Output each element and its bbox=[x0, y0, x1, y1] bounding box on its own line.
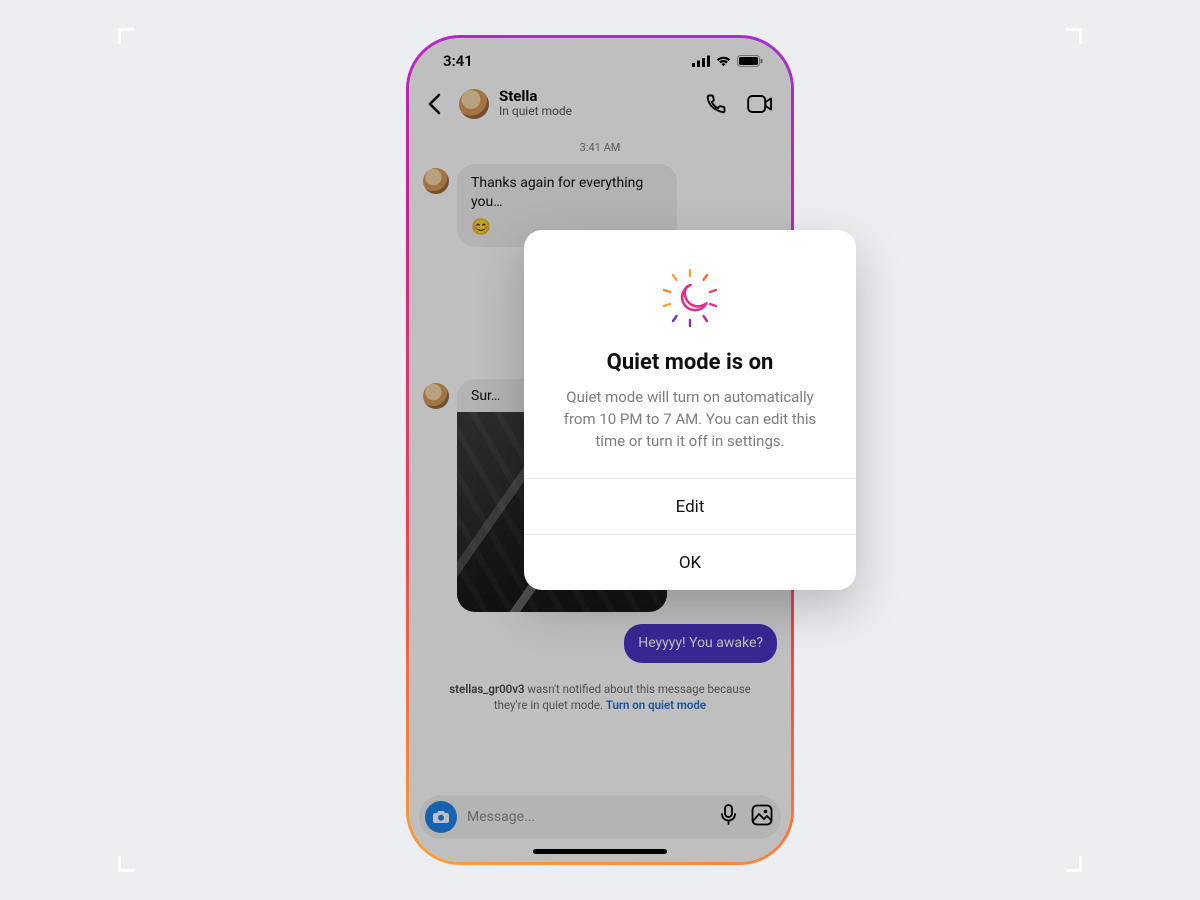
phone-icon bbox=[704, 92, 728, 116]
status-bar: 3:41 bbox=[409, 38, 791, 84]
edit-button[interactable]: Edit bbox=[524, 478, 856, 534]
turn-on-quiet-mode-link[interactable]: Turn on quiet mode bbox=[606, 698, 706, 712]
audio-call-button[interactable] bbox=[703, 91, 729, 117]
video-call-button[interactable] bbox=[747, 91, 773, 117]
frame-corner bbox=[1066, 28, 1082, 44]
wifi-icon bbox=[715, 55, 732, 67]
frame-corner bbox=[118, 856, 134, 872]
cellular-signal-icon bbox=[692, 55, 710, 67]
video-icon bbox=[747, 93, 773, 115]
battery-icon bbox=[737, 55, 763, 67]
contact-name: Stella bbox=[499, 88, 693, 105]
message-bubble-outgoing[interactable]: Heyyyy! You awake? bbox=[624, 624, 777, 663]
status-time: 3:41 bbox=[443, 52, 473, 70]
camera-icon bbox=[432, 809, 450, 825]
avatar[interactable] bbox=[423, 168, 449, 194]
quiet-mode-dialog: Quiet mode is on Quiet mode will turn on… bbox=[524, 230, 856, 590]
microphone-icon bbox=[720, 804, 737, 826]
message-composer: Message... bbox=[419, 795, 781, 839]
avatar[interactable] bbox=[423, 383, 449, 409]
gallery-button[interactable] bbox=[751, 804, 773, 830]
home-indicator bbox=[533, 849, 667, 854]
moon-icon bbox=[658, 266, 722, 330]
notice-username: stellas_gr00v3 bbox=[449, 682, 524, 696]
chevron-left-icon bbox=[427, 93, 441, 115]
avatar[interactable] bbox=[459, 89, 489, 119]
frame-corner bbox=[1066, 856, 1082, 872]
ok-button[interactable]: OK bbox=[524, 534, 856, 590]
message-row-outgoing: Heyyyy! You awake? bbox=[423, 624, 777, 663]
chat-header-text[interactable]: Stella In quiet mode bbox=[499, 88, 693, 119]
chat-timestamp: 3:41 AM bbox=[423, 141, 777, 154]
status-indicators bbox=[692, 55, 763, 67]
dialog-description: Quiet mode will turn on automatically fr… bbox=[550, 387, 830, 452]
dialog-title: Quiet mode is on bbox=[550, 350, 830, 375]
image-icon bbox=[751, 804, 773, 826]
back-button[interactable] bbox=[419, 89, 449, 119]
message-input[interactable]: Message... bbox=[467, 809, 710, 825]
frame-corner bbox=[118, 28, 134, 44]
chat-header: Stella In quiet mode bbox=[409, 84, 791, 129]
contact-status: In quiet mode bbox=[499, 105, 693, 119]
camera-button[interactable] bbox=[425, 801, 457, 833]
quiet-mode-notice: stellas_gr00v3 wasn't notified about thi… bbox=[423, 675, 777, 723]
microphone-button[interactable] bbox=[720, 804, 737, 830]
